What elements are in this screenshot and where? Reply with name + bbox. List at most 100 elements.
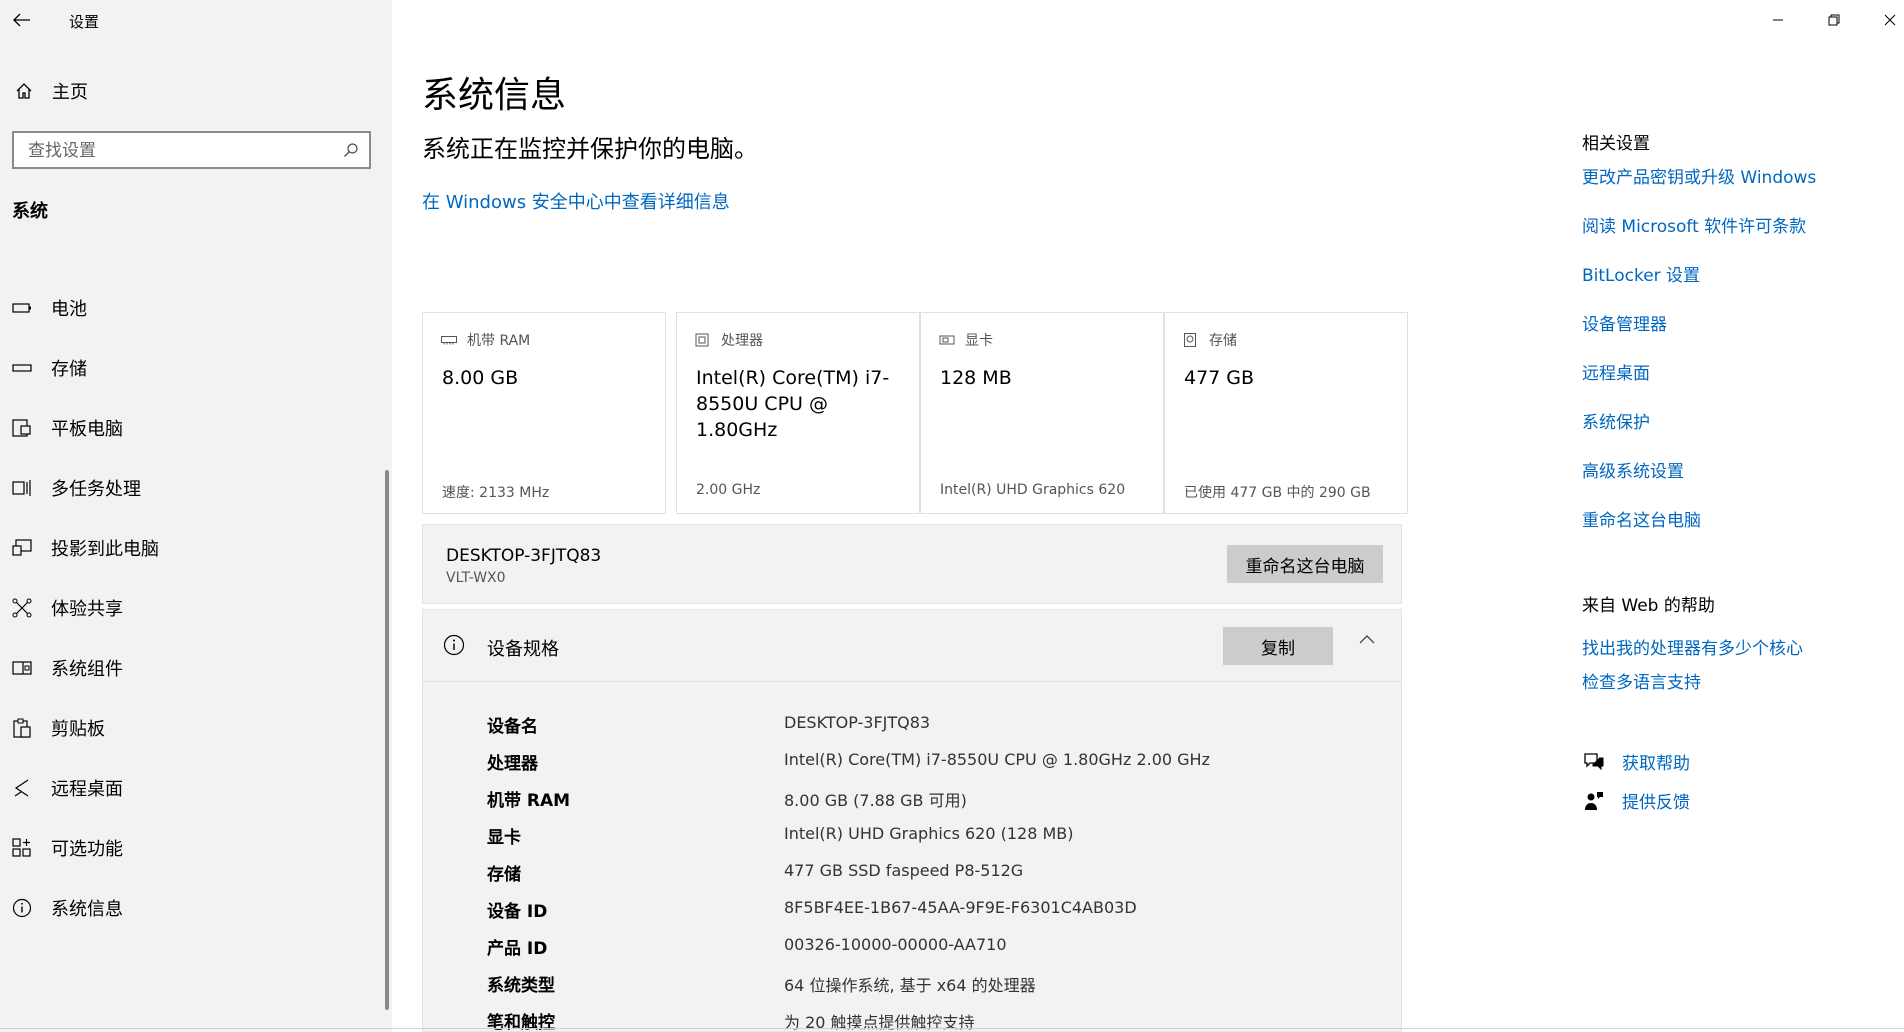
sidebar-item-label: 投影到此电脑 [51, 539, 159, 560]
sidebar-item-remote-desktop[interactable]: 远程桌面 [0, 758, 380, 818]
related-settings-pane: 相关设置 更改产品密钥或升级 Windows 阅读 Microsoft 软件许可… [1582, 0, 1892, 1032]
protection-status-text: 系统正在监控并保护你的电脑。 [422, 135, 758, 163]
graphics-model: Intel(R) UHD Graphics 620 [940, 482, 1126, 498]
sidebar-item-home[interactable]: 主页 [0, 75, 392, 107]
security-center-link[interactable]: 在 Windows 安全中心中查看详细信息 [422, 188, 730, 214]
processor-cores-link[interactable]: 找出我的处理器有多少个核心 [1582, 634, 1803, 659]
feedback-icon [1582, 789, 1606, 813]
graphics-value: 128 MB [940, 367, 1012, 389]
system-protection-link[interactable]: 系统保护 [1582, 408, 1650, 433]
info-icon [443, 634, 465, 656]
ram-value: 8.00 GB [442, 367, 519, 389]
device-model: VLT-WX0 [446, 570, 506, 586]
sidebar-item-label: 多任务处理 [51, 479, 141, 500]
spec-key: 机带 RAM [487, 791, 571, 811]
cpu-icon [695, 333, 711, 347]
search-input[interactable] [28, 140, 328, 162]
spec-row: 处理器 Intel(R) Core(TM) i7-8550U CPU @ 1.8… [423, 749, 1401, 779]
advanced-system-settings-link[interactable]: 高级系统设置 [1582, 457, 1684, 482]
sidebar-item-system-components[interactable]: 系统组件 [0, 638, 380, 698]
sidebar-item-optional-features[interactable]: 可选功能 [0, 818, 380, 878]
sidebar-item-label: 系统组件 [51, 659, 123, 680]
page-title: 系统信息 [422, 75, 567, 116]
spec-key: 设备 ID [487, 902, 548, 922]
spec-key: 处理器 [487, 754, 538, 774]
rename-pc-link[interactable]: 重命名这台电脑 [1582, 506, 1701, 531]
spec-row: 显卡 Intel(R) UHD Graphics 620 (128 MB) [423, 823, 1401, 853]
device-name: DESKTOP-3FJTQ83 [446, 546, 602, 566]
disk-icon [1183, 333, 1199, 347]
spec-key: 产品 ID [487, 939, 548, 959]
app-title: 设置 [69, 13, 100, 31]
card-header: 存储 [1183, 330, 1237, 350]
device-name-bar: DESKTOP-3FJTQ83 VLT-WX0 重命名这台电脑 [422, 524, 1402, 604]
spec-row: 机带 RAM 8.00 GB (7.88 GB 可用) [423, 786, 1401, 816]
related-settings-heading: 相关设置 [1582, 134, 1650, 154]
device-manager-link[interactable]: 设备管理器 [1582, 310, 1667, 335]
spec-row: 设备名 DESKTOP-3FJTQ83 [423, 712, 1401, 742]
sidebar-item-label: 平板电脑 [51, 419, 123, 440]
sidebar-item-clipboard[interactable]: 剪贴板 [0, 698, 380, 758]
spec-value: 64 位操作系统, 基于 x64 的处理器 [784, 976, 1036, 995]
back-arrow-icon [13, 13, 30, 27]
copy-button[interactable]: 复制 [1223, 627, 1333, 665]
rename-pc-button[interactable]: 重命名这台电脑 [1227, 545, 1383, 583]
chevron-up-icon[interactable] [1359, 635, 1375, 645]
spec-value: 8.00 GB (7.88 GB 可用) [784, 791, 967, 810]
upgrade-windows-link[interactable]: 更改产品密钥或升级 Windows [1582, 163, 1816, 188]
sidebar-scrollbar[interactable] [385, 470, 389, 1010]
remote-desktop-icon [11, 777, 33, 799]
specs-header[interactable]: 设备规格 复制 [423, 610, 1401, 682]
sidebar-nav: 电池 存储 平板电脑 多任务处理 投影到此电脑 体验共享 系统组件 剪贴板 远程… [0, 278, 380, 938]
search-icon[interactable] [343, 142, 359, 158]
spec-value: 00326-10000-00000-AA710 [784, 935, 1007, 954]
sidebar-item-label: 主页 [52, 82, 88, 103]
license-terms-link[interactable]: 阅读 Microsoft 软件许可条款 [1582, 212, 1806, 237]
back-button[interactable] [0, 0, 44, 40]
shared-experiences-icon [11, 597, 33, 619]
sidebar-item-storage[interactable]: 存储 [0, 338, 380, 398]
spec-value: 477 GB SSD faspeed P8-512G [784, 861, 1024, 880]
card-header-label: 存储 [1209, 333, 1237, 349]
summary-cards: 机带 RAM 8.00 GB 速度: 2133 MHz 处理器 Intel(R)… [422, 312, 1408, 514]
sidebar-item-about[interactable]: 系统信息 [0, 878, 380, 938]
processor-speed: 2.00 GHz [696, 482, 761, 498]
spec-key: 存储 [487, 865, 521, 885]
spec-value: DESKTOP-3FJTQ83 [784, 713, 931, 732]
get-help-label: 获取帮助 [1622, 754, 1690, 774]
sidebar-item-project[interactable]: 投影到此电脑 [0, 518, 380, 578]
card-header-label: 显卡 [965, 333, 993, 349]
card-header: 处理器 [695, 330, 763, 350]
multitasking-icon [11, 477, 33, 499]
spec-value: Intel(R) UHD Graphics 620 (128 MB) [784, 824, 1074, 843]
gpu-icon [939, 333, 955, 347]
get-help-link[interactable]: 获取帮助 [1582, 749, 1690, 774]
specs-title: 设备规格 [487, 639, 559, 660]
multilanguage-support-link[interactable]: 检查多语言支持 [1582, 668, 1701, 693]
get-help-icon [1582, 750, 1606, 774]
device-specifications-panel: 设备规格 复制 设备名 DESKTOP-3FJTQ83 处理器 Intel(R)… [422, 609, 1402, 1032]
sidebar-item-tablet[interactable]: 平板电脑 [0, 398, 380, 458]
sidebar-item-battery[interactable]: 电池 [0, 278, 380, 338]
battery-icon [11, 297, 33, 319]
tablet-icon [11, 417, 33, 439]
ram-card: 机带 RAM 8.00 GB 速度: 2133 MHz [422, 312, 666, 514]
sidebar-item-label: 剪贴板 [51, 719, 105, 740]
sidebar-item-multitasking[interactable]: 多任务处理 [0, 458, 380, 518]
project-icon [11, 537, 33, 559]
home-icon [13, 82, 35, 100]
spec-row: 存储 477 GB SSD faspeed P8-512G [423, 860, 1401, 890]
sidebar-item-label: 系统信息 [51, 899, 123, 920]
remote-desktop-link[interactable]: 远程桌面 [1582, 359, 1650, 384]
sidebar-item-label: 存储 [51, 359, 87, 380]
search-box[interactable] [12, 131, 371, 169]
card-header: 显卡 [939, 330, 993, 350]
feedback-link[interactable]: 提供反馈 [1582, 788, 1690, 813]
info-icon [11, 897, 33, 919]
sidebar-item-shared-experiences[interactable]: 体验共享 [0, 578, 380, 638]
storage-icon [11, 357, 33, 379]
optional-features-icon [11, 837, 33, 859]
bitlocker-link[interactable]: BitLocker 设置 [1582, 261, 1700, 286]
card-header-label: 机带 RAM [467, 333, 531, 349]
card-header: 机带 RAM [441, 330, 530, 350]
